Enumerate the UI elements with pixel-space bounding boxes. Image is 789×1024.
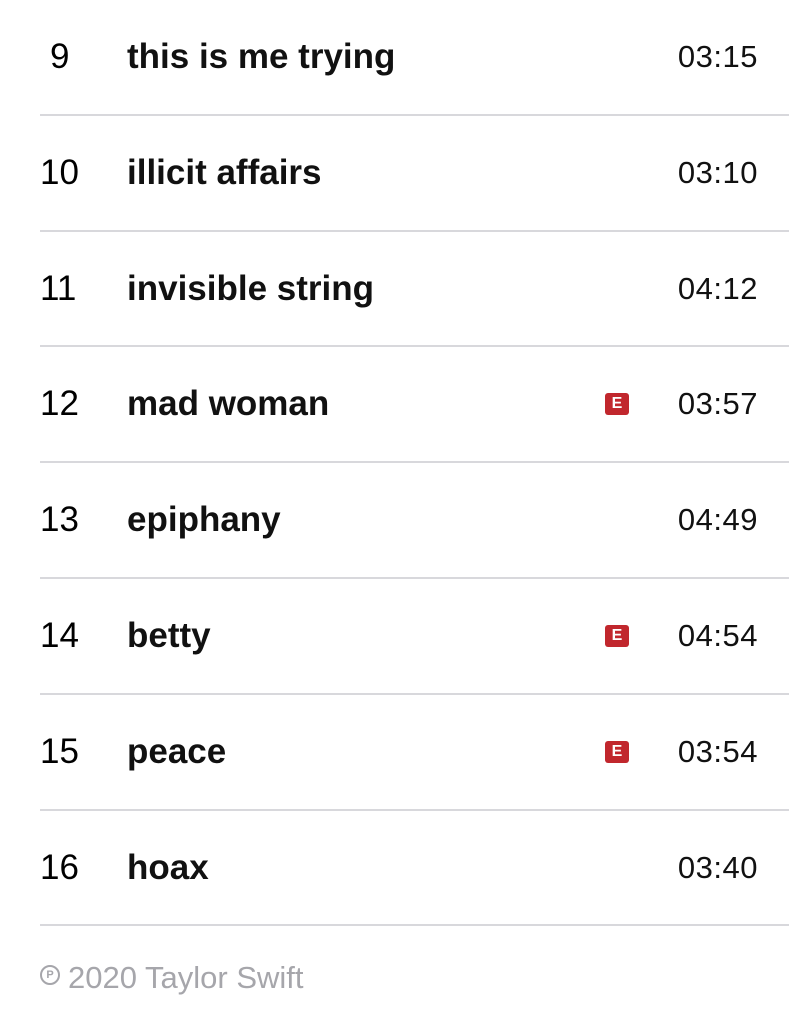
track-duration: 04:54 (677, 617, 758, 653)
track-title: peace (127, 731, 227, 771)
explicit-badge-icon: E (605, 393, 629, 416)
explicit-badge-icon: E (605, 624, 629, 647)
track-number: 10 (40, 152, 79, 192)
track-row[interactable]: 15 peace E 03:54 (0, 695, 789, 811)
track-duration: 03:40 (677, 849, 758, 885)
track-title: betty (127, 615, 211, 655)
explicit-badge-icon: E (605, 740, 629, 763)
track-duration: 03:57 (677, 386, 758, 422)
track-title: this is me trying (127, 37, 396, 76)
copyright-footer: P 2020 Taylor Swift (40, 960, 304, 996)
track-duration: 04:49 (677, 502, 758, 538)
track-row[interactable]: 10 illicit affairs 03:10 (0, 116, 789, 232)
track-number: 13 (40, 500, 79, 540)
track-row[interactable]: 14 betty E 04:54 (0, 579, 789, 695)
track-row[interactable]: 9 this is me trying 03:15 (0, 0, 789, 116)
track-duration: 03:15 (677, 39, 758, 74)
track-title: epiphany (127, 500, 281, 540)
track-duration: 03:10 (677, 154, 758, 190)
track-number: 12 (40, 384, 79, 424)
track-row[interactable]: 13 epiphany 04:49 (0, 463, 789, 579)
phonogram-copyright-icon: P (40, 965, 60, 985)
track-duration: 04:12 (677, 270, 758, 306)
track-title: invisible string (127, 268, 374, 308)
track-number: 15 (40, 731, 79, 771)
track-duration: 03:54 (677, 733, 758, 769)
track-number: 11 (40, 268, 77, 308)
track-title: mad woman (127, 384, 330, 424)
copyright-text: 2020 Taylor Swift (68, 960, 304, 995)
track-number: 14 (40, 615, 79, 655)
track-row[interactable]: 11 invisible string 04:12 (0, 232, 789, 348)
track-title: hoax (127, 847, 209, 887)
track-title: illicit affairs (127, 152, 322, 192)
track-row[interactable]: 16 hoax 03:40 (0, 811, 789, 927)
track-row[interactable]: 12 mad woman E 03:57 (0, 347, 789, 464)
track-number: 9 (50, 37, 70, 76)
track-list: 9 this is me trying 03:15 10 illicit aff… (0, 0, 789, 927)
track-number: 16 (40, 847, 79, 887)
divider (40, 924, 789, 927)
